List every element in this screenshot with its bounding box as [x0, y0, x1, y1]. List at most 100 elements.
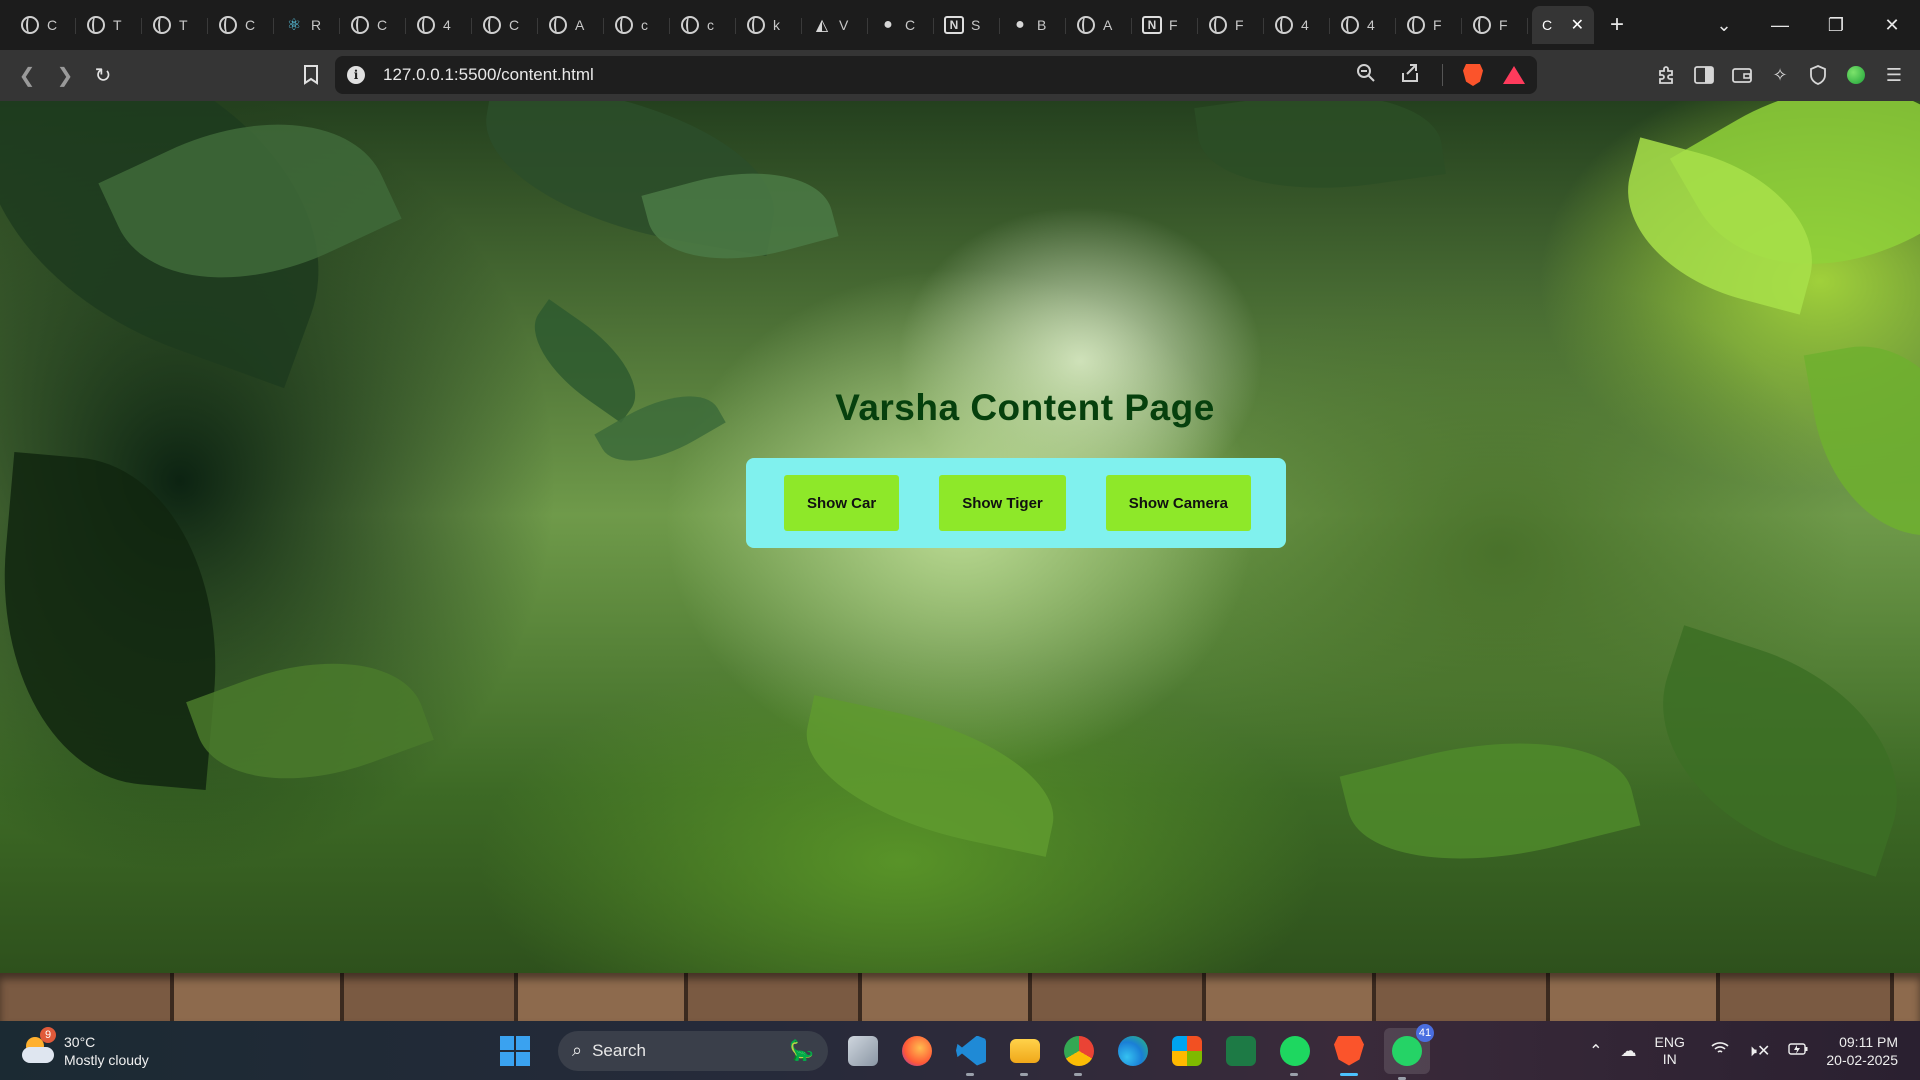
leo-ai-icon[interactable]: ✧	[1766, 56, 1794, 94]
github-icon: ●	[1015, 16, 1025, 33]
browser-tab[interactable]: ● C	[868, 6, 934, 44]
browser-tab[interactable]: A	[1066, 6, 1132, 44]
clock-date: 20-02-2025	[1826, 1051, 1898, 1068]
browser-tab[interactable]: C	[340, 6, 406, 44]
address-bar[interactable]: i 127.0.0.1:5500/content.html	[335, 56, 1537, 94]
bookmark-icon[interactable]	[292, 56, 330, 94]
browser-tab-label: 4	[1367, 17, 1375, 33]
start-windows-icon[interactable]	[500, 1035, 530, 1066]
globe-icon	[86, 15, 106, 35]
browser-tab[interactable]: ⚛ R	[274, 6, 340, 44]
globe-icon	[416, 15, 436, 35]
browser-tab-label: c	[707, 17, 714, 33]
spotify-icon[interactable]	[1276, 1032, 1314, 1076]
globe-icon	[1076, 15, 1096, 35]
search-icon: ⌕	[572, 1040, 583, 1060]
browser-tab[interactable]: 4	[1264, 6, 1330, 44]
show-hidden-icons-chevron-icon[interactable]: ⌃	[1589, 1041, 1602, 1061]
browser-tab-label: 4	[1301, 17, 1309, 33]
browser-tab[interactable]: 4	[406, 6, 472, 44]
browser-tab-label: T	[113, 17, 122, 33]
whatsapp-icon[interactable]: 41	[1384, 1023, 1434, 1080]
brave-taskbar-icon[interactable]	[1330, 1032, 1368, 1076]
chrome-icon[interactable]	[1060, 1032, 1098, 1076]
react-icon: ⚛	[286, 17, 302, 34]
show-tiger-button[interactable]: Show Tiger	[939, 475, 1066, 531]
menu-icon[interactable]: ☰	[1880, 56, 1908, 94]
browser-tab[interactable]: 4	[1330, 6, 1396, 44]
volume-muted-icon[interactable]: 🕨✕	[1747, 1041, 1771, 1061]
vscode-icon[interactable]	[952, 1032, 990, 1076]
browser-tab[interactable]: C	[208, 6, 274, 44]
forward-icon[interactable]: ❯	[46, 57, 84, 95]
whatsapp-badge: 41	[1416, 1023, 1434, 1042]
button-panel: Show Car Show Tiger Show Camera	[746, 458, 1286, 548]
close-window-icon[interactable]: ✕	[1864, 0, 1920, 50]
system-clock[interactable]: 09:11 PM 20-02-2025	[1826, 1033, 1898, 1069]
browser-tab-label: T	[179, 17, 188, 33]
microsoft-store-icon[interactable]	[1168, 1032, 1206, 1070]
brave-rewards-icon[interactable]	[1503, 66, 1525, 84]
battery-icon[interactable]	[1788, 1042, 1808, 1060]
search-highlight-icon: 🦕	[789, 1040, 814, 1062]
active-tab[interactable]: C ✕	[1532, 6, 1594, 44]
browser-tab[interactable]: F	[1396, 6, 1462, 44]
profile-avatar-icon[interactable]	[1842, 56, 1870, 94]
show-camera-button[interactable]: Show Camera	[1105, 475, 1251, 531]
browser-tab-label: F	[1235, 17, 1244, 33]
minimize-icon[interactable]: —	[1752, 0, 1808, 50]
zoom-icon[interactable]	[1354, 63, 1378, 88]
browser-tab[interactable]: NS	[934, 6, 1000, 44]
browser-tab-label: 4	[443, 17, 451, 33]
firefox-icon[interactable]	[898, 1032, 936, 1070]
brave-shields-icon[interactable]	[1463, 64, 1483, 86]
task-view-icon[interactable]	[844, 1032, 882, 1070]
browser-tab[interactable]: F	[1462, 6, 1528, 44]
restore-icon[interactable]: ❐	[1808, 0, 1864, 50]
back-icon[interactable]: ❮	[8, 57, 46, 95]
site-info-icon[interactable]: i	[347, 66, 365, 84]
excel-icon[interactable]	[1222, 1032, 1260, 1070]
url-text[interactable]: 127.0.0.1:5500/content.html	[383, 65, 594, 85]
browser-tab-label: C	[47, 17, 58, 33]
browser-tab[interactable]: c	[604, 6, 670, 44]
browser-tab-label: A	[1103, 17, 1113, 33]
wallet-icon[interactable]	[1728, 56, 1756, 94]
windows-taskbar: 9 30°C Mostly cloudy ⌕ Search 🦕 41 ⌃ ☁ E…	[0, 1021, 1920, 1080]
globe-icon	[548, 15, 568, 35]
weather-widget[interactable]: 9 30°C Mostly cloudy	[22, 1026, 149, 1069]
browser-tab[interactable]: A	[538, 6, 604, 44]
taskbar-search[interactable]: ⌕ Search 🦕	[558, 1030, 828, 1071]
extensions-icon[interactable]	[1652, 56, 1680, 94]
browser-tab[interactable]: ◭ V	[802, 6, 868, 44]
reload-icon[interactable]: ↻	[84, 57, 122, 95]
browser-tab[interactable]: F	[1198, 6, 1264, 44]
file-explorer-icon[interactable]	[1006, 1032, 1044, 1076]
browser-tab[interactable]: T	[142, 6, 208, 44]
browser-tab[interactable]: C	[472, 6, 538, 44]
browser-tab[interactable]: C	[10, 6, 76, 44]
onedrive-cloud-icon[interactable]: ☁	[1621, 1041, 1637, 1061]
browser-tab[interactable]: c	[670, 6, 736, 44]
new-tab-button[interactable]: +	[1610, 11, 1624, 39]
window-controls: ⌄ — ❐ ✕	[1696, 0, 1920, 50]
language-line2: IN	[1662, 1050, 1677, 1067]
browser-tab-label: C	[377, 17, 388, 33]
browser-tab[interactable]: k	[736, 6, 802, 44]
tab-search-chevron-icon[interactable]: ⌄	[1696, 0, 1752, 50]
edge-icon[interactable]	[1114, 1032, 1152, 1070]
wifi-icon[interactable]	[1711, 1041, 1729, 1060]
close-icon[interactable]: ✕	[1571, 15, 1584, 35]
sidebar-icon[interactable]	[1690, 56, 1718, 94]
globe-icon	[218, 15, 238, 35]
browser-tab-label: F	[1433, 17, 1442, 33]
language-indicator[interactable]: ENG IN	[1655, 1034, 1685, 1068]
show-car-button[interactable]: Show Car	[784, 475, 900, 531]
share-icon[interactable]	[1398, 63, 1422, 88]
browser-tab[interactable]: T	[76, 6, 142, 44]
browser-tab[interactable]: NF	[1132, 6, 1198, 44]
browser-tab[interactable]: ● B	[1000, 6, 1066, 44]
search-label: Search	[592, 1040, 646, 1060]
vpn-shield-icon[interactable]	[1804, 56, 1832, 94]
browser-tab-label: B	[1037, 17, 1047, 33]
